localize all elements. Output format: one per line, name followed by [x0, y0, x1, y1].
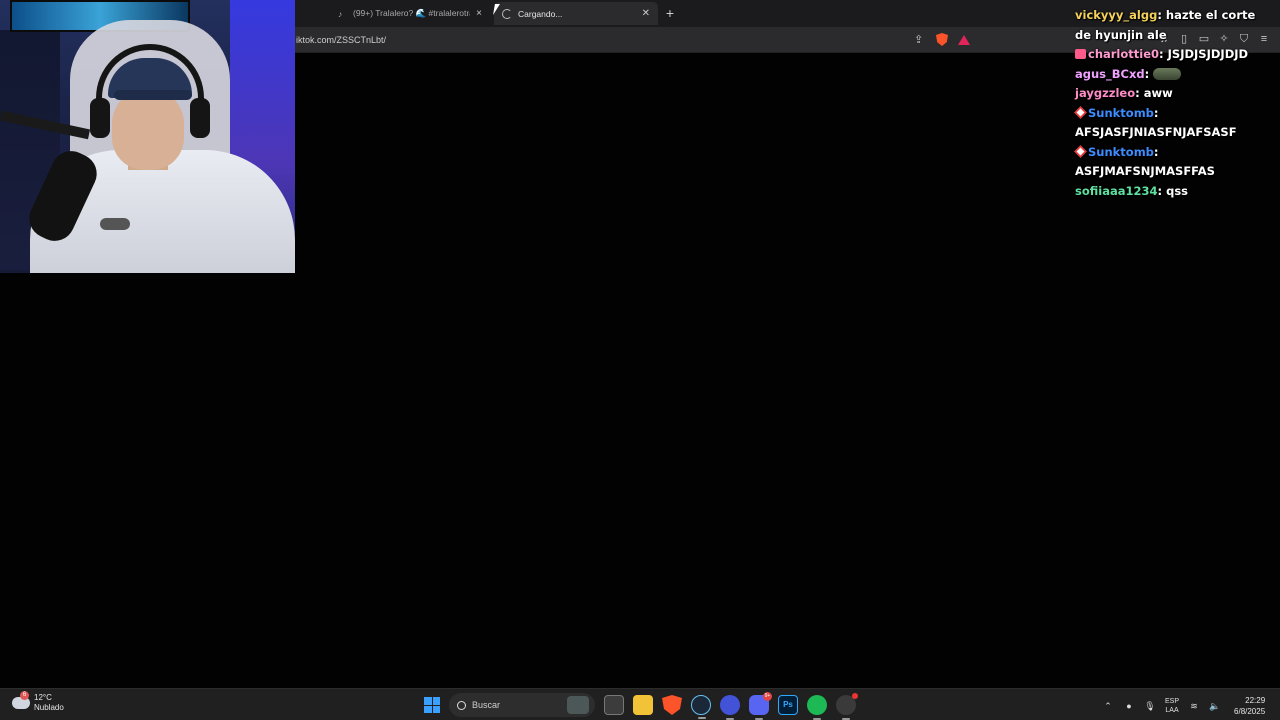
screen: ♪ (99+) Tralalero? 🌊 #tralalerotralala ×… — [0, 0, 1280, 720]
language-top: ESP — [1165, 698, 1180, 705]
windows-start-icon[interactable] — [424, 697, 440, 713]
task-view-icon[interactable] — [604, 695, 624, 715]
chat-separator: : — [1144, 66, 1154, 81]
volume-icon[interactable]: 🔈 — [1209, 700, 1221, 712]
loading-spinner-icon — [502, 8, 512, 19]
address-bar[interactable]: iktok.com/ZSSCTnLbt/ ⇪ — [290, 30, 980, 50]
chat-username[interactable]: jaygzzleo — [1075, 86, 1135, 100]
new-tab-button[interactable]: + — [662, 5, 678, 21]
chat-username[interactable]: agus_BCxd — [1075, 67, 1145, 81]
chat-text: qss — [1166, 183, 1189, 198]
close-icon[interactable]: × — [476, 8, 482, 19]
taskbar-search[interactable]: Buscar — [449, 693, 595, 717]
webcam-overlay — [0, 0, 295, 273]
system-tray: ⌃ ● 🎙 ESP LAA ≋ 🔈 22:29 6/8/2025 — [1102, 695, 1265, 717]
clock-date: 6/8/2025 — [1234, 707, 1266, 716]
chat-text: aww — [1143, 86, 1173, 100]
chat-separator: : — [1157, 183, 1167, 198]
microphone-icon[interactable]: 🎙 — [1144, 700, 1156, 712]
chat-text: ASFJMAFSNJMASFFAS — [1075, 164, 1215, 178]
chat-username[interactable]: charlottie0 — [1088, 47, 1159, 61]
chat-username[interactable]: Sunktomb — [1088, 106, 1154, 120]
steam-icon[interactable] — [691, 695, 711, 719]
language-bottom: LAA — [1165, 707, 1179, 714]
headset-ear-right — [190, 98, 210, 138]
chat-separator: : — [1153, 105, 1159, 120]
file-explorer-icon[interactable] — [633, 695, 653, 715]
chat-message: sofiiaaa1234: qss — [1075, 182, 1275, 202]
chat-text: AFSJASFJNIASFNJAFSASF — [1075, 125, 1237, 139]
photoshop-icon[interactable]: Ps — [778, 695, 798, 715]
search-highlight-image — [567, 696, 589, 714]
obs-icon[interactable] — [836, 693, 858, 720]
url-actions: ⇪ — [914, 33, 970, 46]
tiktok-icon: ♪ — [338, 9, 343, 19]
weather-text: 12°C Nublado — [34, 693, 64, 713]
pencil-badge-icon — [1074, 105, 1087, 119]
pencil-badge-icon — [1074, 144, 1087, 158]
taskbar-apps: Buscar 9+ Ps — [424, 692, 858, 720]
chat-separator: : — [1157, 8, 1166, 22]
weather-widget[interactable]: 6 12°C Nublado — [12, 691, 64, 713]
tab-tiktok[interactable]: ♪ (99+) Tralalero? 🌊 #tralalerotralala × — [330, 2, 490, 25]
weather-badge: 6 — [20, 691, 29, 700]
chat-message: jaygzzleo: aww — [1075, 84, 1275, 104]
chat-separator: : — [1153, 144, 1159, 159]
brave-rewards-icon[interactable] — [958, 34, 970, 45]
heart-badge-icon — [1075, 49, 1086, 59]
stream-chat: vickyyy_algg: hazte el corte de hyunjin … — [1074, 6, 1275, 202]
chat-text: JSJDJSJDJDJD — [1167, 47, 1249, 61]
search-placeholder: Buscar — [472, 700, 501, 710]
close-icon[interactable]: ✕ — [642, 8, 650, 19]
url-text: iktok.com/ZSSCTnLbt/ — [296, 35, 387, 45]
chat-username[interactable]: Sunktomb — [1088, 145, 1154, 159]
headset-ear-left — [90, 98, 110, 138]
tab-label: (99+) Tralalero? 🌊 #tralalerotralala — [353, 8, 470, 18]
chat-message: vickyyy_algg: hazte el corte de hyunjin … — [1075, 6, 1275, 45]
weather-temp: 12°C — [34, 693, 52, 702]
clock-time: 22:29 — [1245, 696, 1266, 705]
tab-loading[interactable]: Cargando... ✕ — [494, 2, 658, 25]
discord-icon[interactable]: 9+ — [749, 692, 772, 720]
chat-username[interactable]: sofiiaaa1234 — [1075, 184, 1158, 198]
brave-shields-icon[interactable] — [936, 33, 948, 46]
shirt-logo — [100, 218, 130, 230]
chat-message: agus_BCxd: — [1075, 65, 1275, 85]
chevron-up-icon[interactable]: ⌃ — [1102, 700, 1114, 712]
tank-emote-icon — [1153, 67, 1182, 80]
search-icon — [457, 700, 466, 710]
language-indicator[interactable]: ESP LAA — [1165, 697, 1179, 715]
clock[interactable]: 22:29 6/8/2025 — [1234, 695, 1265, 717]
taskbar: 6 12°C Nublado Buscar 9+ Ps ⌃ ● 🎙 ESP LA… — [0, 688, 1280, 720]
chat-separator: : — [1135, 86, 1144, 100]
chat-separator: : — [1159, 47, 1168, 61]
chat-message: Sunktomb: AFSJASFJNIASFNJAFSASF — [1074, 104, 1275, 143]
chat-message: charlottie0: JSJDJSJDJDJD — [1075, 45, 1275, 65]
cloud-icon: 6 — [12, 691, 30, 709]
share-icon[interactable]: ⇪ — [914, 34, 926, 46]
weather-desc: Nublado — [34, 703, 64, 712]
chat-message: Sunktomb: ASFJMAFSNJMASFFAS — [1074, 143, 1275, 182]
wifi-icon[interactable]: ≋ — [1188, 700, 1200, 712]
security-tray-icon[interactable]: ● — [1123, 700, 1135, 712]
chat-username[interactable]: vickyyy_algg — [1075, 8, 1157, 22]
spotify-icon[interactable] — [807, 695, 827, 720]
brave-browser-icon[interactable] — [662, 695, 682, 715]
tab-label: Cargando... — [518, 8, 563, 19]
vpn-app-icon[interactable] — [720, 695, 740, 720]
discord-badge: 9+ — [763, 692, 772, 701]
